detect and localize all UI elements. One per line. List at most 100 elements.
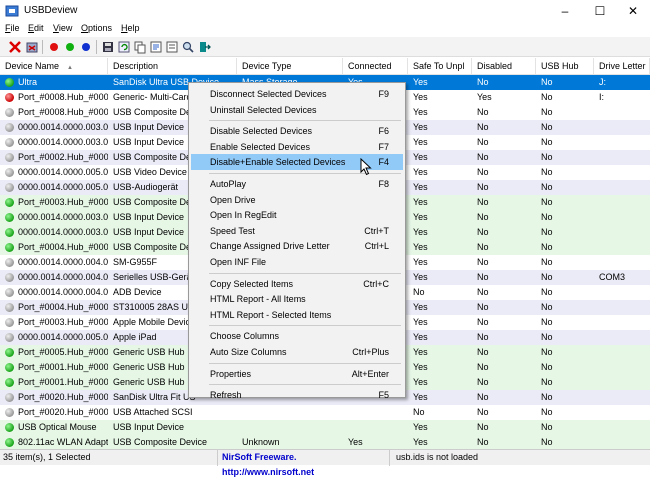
context-menu-item-label: Properties — [210, 368, 252, 379]
minimize-button[interactable]: – — [548, 0, 582, 22]
status-item-count: 35 item(s), 1 Selected — [0, 450, 218, 466]
cell-drive-letter — [594, 420, 650, 435]
context-menu-item[interactable]: Open INF File — [191, 254, 403, 270]
context-menu-item[interactable]: Open Drive — [191, 192, 403, 208]
context-menu-item-label: Speed Test — [210, 225, 255, 236]
cell-safe-to-unplug: Yes — [413, 92, 428, 102]
cell-drive-letter — [594, 405, 650, 420]
cell-device-name: 0000.0014.0000.004.00... — [18, 272, 108, 282]
gray-status-dot-icon — [5, 108, 14, 117]
cell-device-name: 0000.0014.0000.005.00... — [18, 182, 108, 192]
table-row[interactable]: Port_#0020.Hub_#0001 USB Attached SCSI No N… — [0, 405, 650, 420]
exit-icon[interactable] — [197, 40, 211, 54]
cell-drive-letter — [594, 390, 650, 405]
column-device-name[interactable]: Device Name ▲ — [0, 58, 108, 75]
green-status-dot-icon — [5, 243, 14, 252]
blue-dot-icon[interactable] — [79, 40, 93, 54]
cell-usb-hub: No — [541, 227, 553, 237]
red-dot-icon[interactable] — [47, 40, 61, 54]
column-disabled[interactable]: Disabled — [472, 58, 536, 75]
green-status-dot-icon — [5, 423, 14, 432]
menu-options[interactable]: Options — [81, 23, 112, 33]
cell-drive-letter — [594, 240, 650, 255]
cell-drive-letter — [594, 165, 650, 180]
cell-device-name: Port_#0008.Hub_#0001 — [18, 92, 108, 102]
context-menu-item-shortcut: F5 — [378, 390, 389, 401]
save-icon[interactable] — [101, 40, 115, 54]
context-menu-item[interactable]: Change Assigned Drive Letter Ctrl+L — [191, 238, 403, 254]
column-device-name-label: Device Name — [5, 61, 60, 71]
column-drive-letter[interactable]: Drive Letter — [594, 58, 650, 75]
html-report-icon[interactable] — [149, 40, 163, 54]
context-menu-item[interactable]: AutoPlay F8 — [191, 176, 403, 192]
cell-drive-letter — [594, 135, 650, 150]
cell-disabled: No — [477, 317, 489, 327]
context-menu-item[interactable]: Copy Selected Items Ctrl+C — [191, 276, 403, 292]
properties-icon[interactable] — [165, 40, 179, 54]
refresh-icon[interactable] — [117, 40, 131, 54]
cell-drive-letter — [594, 195, 650, 210]
cell-device-name: Port_#0003.Hub_#0003 — [18, 317, 108, 327]
nirsoft-link[interactable]: http://www.nirsoft.net — [222, 467, 314, 477]
green-status-dot-icon — [5, 348, 14, 357]
context-menu-item[interactable]: Disconnect Selected Devices F9 — [191, 86, 403, 102]
delete-icon[interactable] — [8, 40, 22, 54]
cell-description: USB Composite Device — [113, 437, 208, 447]
cell-disabled: No — [477, 362, 489, 372]
context-menu-item-label: HTML Report - Selected Items — [210, 309, 332, 320]
context-menu-item[interactable]: Uninstall Selected Devices — [191, 102, 403, 118]
context-menu-item[interactable]: Properties Alt+Enter — [191, 366, 403, 382]
context-menu: Disconnect Selected Devices F9 Uninstall S… — [188, 82, 406, 400]
menu-edit[interactable]: Edit — [28, 23, 44, 33]
context-menu-item[interactable]: Choose Columns — [191, 328, 403, 344]
green-dot-icon[interactable] — [63, 40, 77, 54]
cell-drive-letter — [594, 285, 650, 300]
context-menu-item-label: Copy Selected Items — [210, 278, 294, 289]
cell-usb-hub: No — [541, 257, 553, 267]
gray-status-dot-icon — [5, 303, 14, 312]
gray-status-dot-icon — [5, 408, 14, 417]
find-icon[interactable] — [181, 40, 195, 54]
column-device-type[interactable]: Device Type — [237, 58, 343, 75]
context-menu-item-label: Disconnect Selected Devices — [210, 89, 327, 99]
cell-connected — [343, 405, 408, 420]
close-button[interactable]: ✕ — [616, 0, 650, 22]
cell-safe-to-unplug: No — [413, 287, 425, 297]
cell-usb-hub: No — [541, 347, 553, 357]
context-menu-item[interactable]: Speed Test Ctrl+T — [191, 223, 403, 239]
context-menu-item[interactable]: HTML Report - All Items — [191, 291, 403, 307]
table-row[interactable]: 802.11ac WLAN Adapt USB Composite Device U… — [0, 435, 650, 449]
cell-usb-hub: No — [541, 437, 553, 447]
menu-view[interactable]: View — [53, 23, 72, 33]
context-menu-item-shortcut: F9 — [378, 89, 389, 99]
gray-status-dot-icon — [5, 168, 14, 177]
column-connected[interactable]: Connected — [343, 58, 408, 75]
menu-file[interactable]: File — [5, 23, 20, 33]
menu-help[interactable]: Help — [121, 23, 140, 33]
gray-status-dot-icon — [5, 183, 14, 192]
gray-status-dot-icon — [5, 138, 14, 147]
cell-device-name: Port_#0003.Hub_#0001 — [18, 197, 108, 207]
copy-icon[interactable] — [133, 40, 147, 54]
context-menu-item[interactable]: Disable Selected Devices F6 — [191, 123, 403, 139]
column-usb-hub[interactable]: USB Hub — [536, 58, 594, 75]
context-menu-item[interactable]: Refresh F5 — [191, 387, 403, 403]
sort-arrow-icon: ▲ — [67, 65, 73, 71]
gray-status-dot-icon — [5, 393, 14, 402]
cell-safe-to-unplug: Yes — [413, 272, 428, 282]
context-menu-item-label: Open Drive — [210, 194, 256, 205]
table-row[interactable]: USB Optical Mouse USB Input Device Yes No No — [0, 420, 650, 435]
cell-device-name: 0000.0014.0000.004.00... — [18, 287, 108, 297]
cell-usb-hub: No — [541, 392, 553, 402]
context-menu-item[interactable]: Auto Size Columns Ctrl+Plus — [191, 344, 403, 360]
column-safe-to-unplug[interactable]: Safe To Unpl — [408, 58, 472, 75]
cell-disabled: No — [477, 212, 489, 222]
cell-disabled: No — [477, 197, 489, 207]
context-menu-item-shortcut: Alt+Enter — [351, 368, 389, 379]
context-menu-item[interactable]: Enable Selected Devices F7 — [191, 139, 403, 155]
column-description[interactable]: Description — [108, 58, 237, 75]
uninstall-icon[interactable] — [25, 40, 39, 54]
context-menu-item[interactable]: Open In RegEdit — [191, 207, 403, 223]
context-menu-item[interactable]: HTML Report - Selected Items — [191, 307, 403, 323]
maximize-button[interactable]: ☐ — [583, 0, 617, 22]
